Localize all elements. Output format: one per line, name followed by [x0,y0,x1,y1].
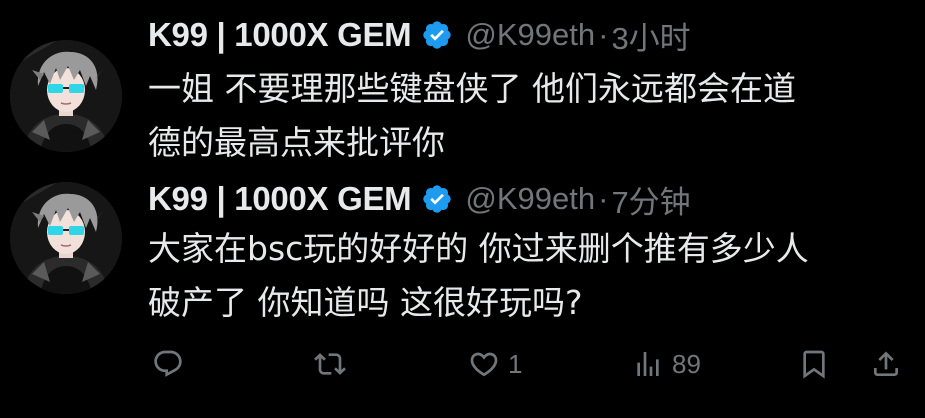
timestamp[interactable]: 7分钟 [611,177,690,222]
reply-icon [154,350,182,377]
tweet-text-line: 大家在bsc玩的好好的 你过来删个推有多少人 [148,229,809,268]
separator-dot: · [598,17,609,52]
bookmark-button[interactable] [798,344,830,384]
tweet-header: K99 | 1000X GEM @K99eth · 3小时 [148,12,691,58]
display-name[interactable]: K99 | 1000X GEM [148,16,412,54]
timestamp[interactable]: 3小时 [611,13,690,58]
views-icon [637,352,659,376]
retweet-icon [314,353,346,375]
avatar[interactable] [10,182,122,294]
tweet-text: 大家在bsc玩的好好的 你过来删个推有多少人 破产了 你知道吗 这很好玩吗? [148,222,918,330]
user-handle[interactable]: @K99eth [465,181,595,217]
verified-badge-icon[interactable] [421,183,453,215]
avatar[interactable] [10,40,122,152]
anime-avatar-icon [10,182,122,294]
user-handle[interactable]: @K99eth [465,17,595,53]
display-name[interactable]: K99 | 1000X GEM [148,180,412,218]
reply-button[interactable] [152,344,184,384]
tweet-header: K99 | 1000X GEM @K99eth · 7分钟 [148,176,691,222]
retweet-button[interactable] [314,344,346,384]
tweet-actions-bar: 1 89 [148,334,918,394]
separator-dot: · [598,181,609,216]
views-button[interactable]: 89 [632,344,701,384]
like-count: 1 [508,348,523,379]
bookmark-icon [803,350,825,379]
share-button[interactable] [870,344,902,384]
tweet-text-line: 破产了 你知道吗 这很好玩吗? [148,283,583,322]
like-button[interactable]: 1 [468,344,522,384]
tweet-text: 一姐 不要理那些键盘侠了 他们永远都会在道 德的最高点来批评你 [148,62,918,170]
tweet-2[interactable]: K99 | 1000X GEM @K99eth · 7分钟 大家在bsc玩的好好… [0,172,925,418]
views-count: 89 [672,348,701,379]
heart-icon [470,352,498,377]
verified-badge-icon[interactable] [421,19,453,51]
share-icon [874,351,898,376]
anime-avatar-icon [10,40,122,152]
tweet-1[interactable]: K99 | 1000X GEM @K99eth · 3小时 一姐 不要理那些键盘… [0,0,925,172]
tweet-text-line: 德的最高点来批评你 [148,123,445,162]
tweet-text-line: 一姐 不要理那些键盘侠了 他们永远都会在道 [148,69,796,108]
